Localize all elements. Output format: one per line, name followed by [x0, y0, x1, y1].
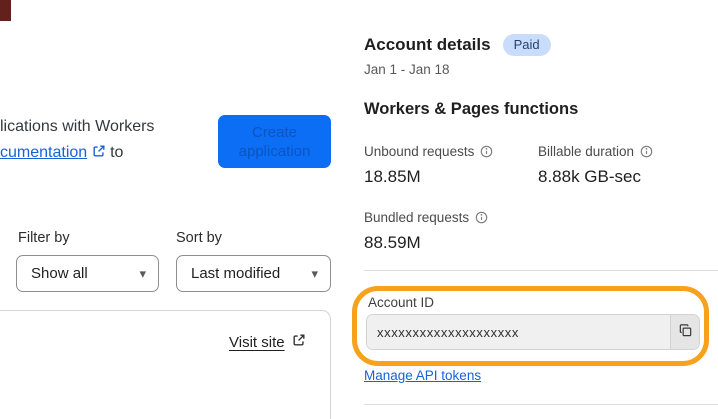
filter-dropdown[interactable]: Show all ▾ [16, 255, 159, 292]
create-application-button[interactable]: Create application [218, 115, 331, 168]
screenshot-corner-artifact [0, 0, 11, 21]
chevron-down-icon: ▾ [311, 265, 318, 281]
intro-line-1: lications with Workers [0, 118, 155, 135]
stat-label-text: Unbound requests [364, 144, 475, 159]
info-icon[interactable] [480, 145, 493, 158]
project-card [0, 310, 331, 419]
intro-paragraph: lications with Workers cumentation to [0, 114, 154, 167]
stat-label-text: Billable duration [538, 144, 635, 159]
paid-badge: Paid [502, 34, 551, 56]
stat-label-text: Bundled requests [364, 210, 470, 225]
billing-date-range: Jan 1 - Jan 18 [364, 62, 450, 77]
chevron-down-icon: ▾ [139, 265, 146, 281]
sort-dropdown-value: Last modified [191, 265, 281, 282]
copy-button[interactable] [670, 315, 699, 349]
stat-value-bundled: 88.59M [364, 233, 421, 252]
intro-after-link: to [110, 144, 124, 161]
external-link-icon [292, 333, 306, 351]
stat-label-bundled: Bundled requests [364, 210, 488, 225]
intro-line-2: cumentation to [0, 140, 154, 167]
manage-api-tokens-link[interactable]: Manage API tokens [364, 368, 481, 383]
account-details-title: Account details [364, 35, 491, 54]
filter-dropdown-value: Show all [31, 265, 88, 282]
account-id-input[interactable] [367, 315, 670, 349]
divider [364, 404, 718, 405]
stat-label-unbound: Unbound requests [364, 144, 493, 159]
info-icon[interactable] [640, 145, 653, 158]
sort-by-label: Sort by [176, 230, 222, 246]
external-link-icon [92, 141, 106, 167]
documentation-link[interactable]: cumentation [0, 144, 87, 161]
sort-dropdown[interactable]: Last modified ▾ [176, 255, 331, 292]
stat-value-billable: 8.88k GB-sec [538, 167, 641, 186]
account-id-label: Account ID [368, 295, 435, 310]
account-id-field-group [366, 314, 700, 350]
visit-site-label: Visit site [229, 333, 285, 351]
workers-pages-dashboard: lications with Workers cumentation to Cr… [0, 0, 718, 419]
account-details-header: Account details Paid [364, 34, 551, 56]
visit-site-link[interactable]: Visit site [229, 333, 306, 351]
filter-by-label: Filter by [18, 230, 70, 246]
stat-value-unbound: 18.85M [364, 167, 421, 186]
usage-section-title: Workers & Pages functions [364, 100, 579, 118]
copy-icon [678, 323, 693, 341]
stat-label-billable: Billable duration [538, 144, 653, 159]
divider [364, 270, 718, 271]
info-icon[interactable] [475, 211, 488, 224]
